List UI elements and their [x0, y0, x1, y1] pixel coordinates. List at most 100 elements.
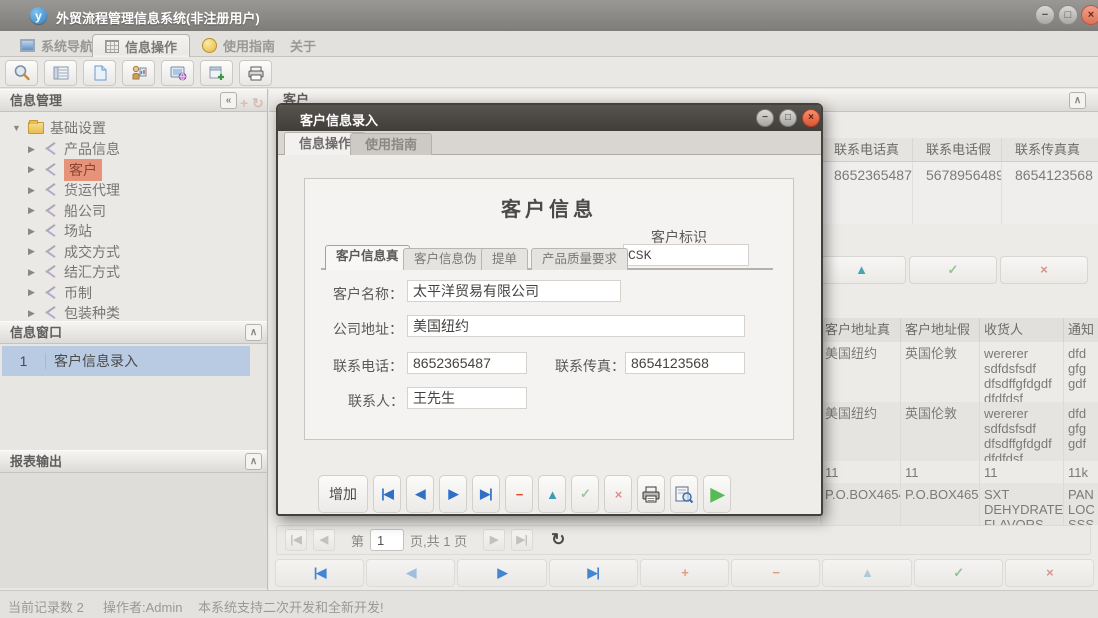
tab-about[interactable]: 关于 — [278, 34, 328, 57]
report-output-collapse-icon[interactable]: ∧ — [245, 453, 262, 470]
tab-system-nav[interactable]: 系统导航 — [8, 34, 105, 57]
top-table-col-header: 联系电话真 — [820, 138, 912, 162]
search-icon[interactable] — [5, 60, 38, 86]
bottom-table-cell: 英国伦敦 — [900, 342, 979, 402]
page-last-button[interactable]: ▶| — [511, 529, 533, 551]
edit-button[interactable]: ▲ — [817, 256, 906, 284]
edit-nav-button[interactable]: ▲ — [822, 559, 911, 587]
collapsed-arrow-icon[interactable]: ▶ — [28, 226, 38, 237]
company-address-input[interactable] — [407, 315, 745, 337]
dialog-titlebar: 客户信息录入 − □ × — [278, 105, 821, 131]
collapsed-arrow-icon[interactable]: ▶ — [28, 267, 38, 278]
inner-tab-4[interactable]: 产品质量要求 — [531, 248, 628, 270]
contact-phone-input[interactable] — [407, 352, 527, 374]
maximize-button[interactable]: □ — [1058, 5, 1078, 25]
remove-nav-button[interactable]: − — [731, 559, 820, 587]
dialog-maximize-button[interactable]: □ — [779, 109, 797, 127]
printer-icon[interactable] — [239, 60, 272, 86]
sidebar-collapse-icon[interactable]: « — [220, 92, 237, 109]
first-nav-button[interactable]: |◀ — [275, 559, 364, 587]
top-table-col-header: 联系电话假 — [912, 138, 1001, 162]
tree-item-8[interactable]: ▶币制 — [28, 283, 92, 303]
next-icon: ▶ — [498, 565, 507, 580]
contact-fax-input[interactable] — [625, 352, 745, 374]
last-button[interactable]: ▶| — [472, 475, 500, 513]
collapsed-arrow-icon[interactable]: ▶ — [28, 185, 38, 196]
cancel-nav-button[interactable]: × — [1005, 559, 1094, 587]
tree-item-4[interactable]: ▶船公司 — [28, 201, 106, 221]
monitor-globe-icon[interactable] — [161, 60, 194, 86]
collapsed-arrow-icon[interactable]: ▶ — [28, 246, 38, 257]
collapsed-arrow-icon[interactable]: ▶ — [28, 144, 38, 155]
tree-item-6[interactable]: ▶成交方式 — [28, 242, 120, 262]
collapsed-arrow-icon[interactable]: ▶ — [28, 287, 38, 298]
confirm-button[interactable]: ✓ — [571, 475, 599, 513]
delete-button[interactable]: − — [505, 475, 533, 513]
tree-item-3[interactable]: ▶货运代理 — [28, 180, 120, 200]
print-preview-button[interactable] — [670, 475, 698, 513]
dialog-close-button[interactable]: × — [802, 109, 820, 127]
cancel-button[interactable]: × — [604, 475, 632, 513]
inner-tab-2[interactable]: 客户信息伪 — [403, 248, 488, 270]
add-nav-button[interactable]: + — [640, 559, 729, 587]
tree-item-5[interactable]: ▶场站 — [28, 221, 92, 241]
cancel-button[interactable]: × — [1000, 256, 1088, 284]
collapsed-arrow-icon[interactable]: ▶ — [28, 205, 38, 216]
dialog-minimize-button[interactable]: − — [756, 109, 774, 127]
page-first-button[interactable]: |◀ — [285, 529, 307, 551]
bottom-table-col-header: 客户地址真 — [820, 318, 900, 342]
first-button[interactable]: |◀ — [373, 475, 401, 513]
contact-fax-label: 联系传真： — [555, 356, 625, 376]
document-icon[interactable] — [83, 60, 116, 86]
expanded-arrow-icon[interactable]: ▼ — [12, 123, 22, 133]
print-button[interactable] — [637, 475, 665, 513]
tool-icon — [44, 164, 58, 176]
last-nav-button[interactable]: ▶| — [549, 559, 638, 587]
tree-item-7[interactable]: ▶结汇方式 — [28, 262, 120, 282]
info-window-header: 信息窗口 ∧ — [0, 321, 267, 344]
sidebar-add-icon[interactable]: + — [240, 92, 248, 114]
customer-name-input[interactable] — [407, 280, 621, 302]
table-view-icon[interactable] — [44, 60, 77, 86]
inner-tab-1[interactable]: 客户信息真 — [325, 245, 410, 270]
last-icon: ▶| — [587, 565, 599, 580]
info-mgmt-title: 信息管理 — [10, 93, 62, 108]
tree-root[interactable]: ▼ 基础设置 — [12, 118, 106, 138]
info-window-row[interactable]: 1客户信息录入 — [2, 346, 250, 376]
prev-button[interactable]: ◀ — [406, 475, 434, 513]
user-report-icon[interactable] — [122, 60, 155, 86]
record-count-label: 当前记录数 2 — [8, 597, 84, 616]
minimize-button[interactable]: − — [1035, 5, 1055, 25]
tree-item-2[interactable]: ▶客户 — [28, 160, 102, 180]
refresh-icon[interactable]: ↻ — [551, 530, 565, 550]
close-button[interactable]: × — [1081, 5, 1098, 25]
bottom-table-cell: dfd gfg gdf — [1063, 342, 1098, 402]
content-collapse-icon[interactable]: ∧ — [1069, 92, 1086, 109]
edit-icon: ▲ — [861, 565, 873, 580]
dialog-tab-user-guide[interactable]: 使用指南 — [350, 133, 432, 155]
page-next-button[interactable]: ▶ — [483, 529, 505, 551]
collapsed-arrow-icon[interactable]: ▶ — [28, 308, 38, 319]
page-number-input[interactable] — [370, 529, 404, 551]
collapsed-arrow-icon[interactable]: ▶ — [28, 164, 38, 175]
run-button[interactable]: ▶ — [703, 475, 731, 513]
sidebar-refresh-icon[interactable]: ↻ — [252, 92, 264, 114]
page-prev-button[interactable]: ◀ — [313, 529, 335, 551]
next-button[interactable]: ▶ — [439, 475, 467, 513]
next-nav-button[interactable]: ▶ — [457, 559, 546, 587]
bottom-table-cell: dfd gfg gdf — [1063, 402, 1098, 461]
tree-item-1[interactable]: ▶产品信息 — [28, 139, 120, 159]
confirm-button[interactable]: ✓ — [909, 256, 997, 284]
dialog-title: 客户信息录入 — [300, 110, 378, 129]
edit-button[interactable]: ▲ — [538, 475, 566, 513]
add-record-button[interactable]: 增加 — [318, 475, 368, 513]
contact-person-input[interactable] — [407, 387, 527, 409]
tab-user-guide[interactable]: 使用指南 — [190, 34, 287, 57]
tree-item-9[interactable]: ▶包装种类 — [28, 303, 120, 321]
inner-tab-3[interactable]: 提单 — [481, 248, 528, 270]
confirm-nav-button[interactable]: ✓ — [914, 559, 1003, 587]
tab-info-operation[interactable]: 信息操作 — [92, 34, 190, 57]
add-table-icon[interactable] — [200, 60, 233, 86]
prev-nav-button[interactable]: ◀ — [366, 559, 455, 587]
info-window-collapse-icon[interactable]: ∧ — [245, 324, 262, 341]
